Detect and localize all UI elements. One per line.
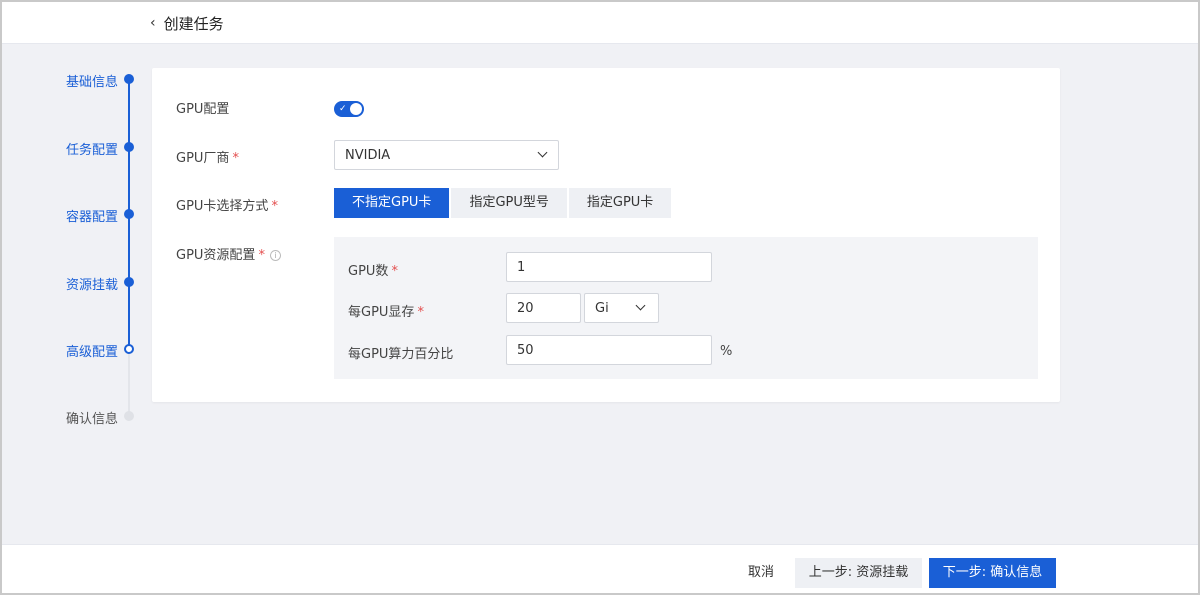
page-title: 创建任务 xyxy=(163,14,224,33)
gpu-vendor-label-text: GPU厂商 xyxy=(176,151,230,166)
required-mark: * xyxy=(258,248,265,263)
step-label: 资源挂载 xyxy=(65,278,118,293)
gpu-resource-label: GPU资源配置 * i xyxy=(176,244,281,263)
gpu-config-label: GPU配置 xyxy=(176,98,229,117)
required-mark: * xyxy=(417,305,424,320)
gpu-vendor-label: GPU厂商 * xyxy=(176,147,239,166)
gpu-mode-option-model[interactable]: 指定GPU型号 xyxy=(451,188,567,218)
gpu-compute-unit: % xyxy=(720,344,733,359)
gpu-vendor-value: NVIDIA xyxy=(345,148,391,163)
step-dot-done xyxy=(124,277,134,287)
gpu-count-label: GPU数 * xyxy=(348,260,398,279)
gpu-config-label-text: GPU配置 xyxy=(176,102,230,117)
required-mark: * xyxy=(232,151,239,166)
step-resource-mount[interactable]: 资源挂载 xyxy=(2,271,142,293)
step-task-config[interactable]: 任务配置 xyxy=(2,136,142,158)
chevron-down-icon xyxy=(635,300,646,311)
gpu-mode-label: GPU卡选择方式 * xyxy=(176,195,278,214)
gpu-memory-label: 每GPU显存 * xyxy=(348,301,424,320)
gpu-memory-unit-select[interactable]: Gi xyxy=(584,293,659,323)
step-navigator: 基础信息 任务配置 容器配置 资源挂载 高级配置 确认信息 xyxy=(2,62,142,442)
step-basic-info[interactable]: 基础信息 xyxy=(2,68,142,90)
step-label: 基础信息 xyxy=(65,75,118,90)
gpu-memory-unit-value: Gi xyxy=(595,301,609,316)
gpu-count-input[interactable]: 1 xyxy=(506,252,712,282)
gpu-compute-input[interactable]: 50 xyxy=(506,335,712,365)
check-icon: ✓ xyxy=(339,104,347,114)
gpu-compute-value: 50 xyxy=(517,343,534,358)
step-dot-done xyxy=(124,74,134,84)
next-step-button[interactable]: 下一步: 确认信息 xyxy=(929,558,1056,588)
gpu-compute-label-text: 每GPU算力百分比 xyxy=(348,347,454,362)
gpu-config-toggle[interactable]: ✓ xyxy=(334,101,364,117)
gpu-mode-label-text: GPU卡选择方式 xyxy=(176,199,269,214)
page-footer: 取消 上一步: 资源挂载 下一步: 确认信息 xyxy=(2,544,1198,593)
chevron-down-icon xyxy=(537,147,548,158)
step-dot-todo xyxy=(124,411,134,421)
app-frame: ‹ 创建任务 基础信息 任务配置 容器配置 资源挂载 高级配置 确认信息 GPU… xyxy=(0,0,1200,595)
gpu-mode-option-card[interactable]: 指定GPU卡 xyxy=(568,188,672,218)
info-icon[interactable]: i xyxy=(269,250,281,261)
back-button[interactable]: ‹ 创建任务 xyxy=(150,12,224,34)
required-mark: * xyxy=(271,199,278,214)
gpu-count-value: 1 xyxy=(517,260,526,275)
gpu-mode-segmented: 不指定GPU卡 指定GPU型号 指定GPU卡 xyxy=(334,188,672,218)
gpu-resource-label-text: GPU资源配置 xyxy=(176,248,256,263)
step-label: 确认信息 xyxy=(65,412,118,427)
gpu-count-label-text: GPU数 xyxy=(348,264,389,279)
step-dot-done xyxy=(124,142,134,152)
gpu-vendor-select[interactable]: NVIDIA xyxy=(334,140,559,170)
page-header: ‹ 创建任务 xyxy=(2,2,1198,44)
chevron-left-icon: ‹ xyxy=(150,15,156,31)
cancel-button[interactable]: 取消 xyxy=(737,558,785,588)
gpu-memory-input[interactable]: 20 xyxy=(506,293,581,323)
gpu-compute-label: 每GPU算力百分比 xyxy=(348,343,453,362)
step-label: 任务配置 xyxy=(65,143,118,158)
step-label: 容器配置 xyxy=(65,210,118,225)
step-label: 高级配置 xyxy=(65,345,118,360)
gpu-memory-label-text: 每GPU显存 xyxy=(348,305,415,320)
gpu-config-card: GPU配置 ✓ GPU厂商 * NVIDIA GPU卡选择方式 * 不指定GPU卡 … xyxy=(152,68,1060,402)
step-confirm-info[interactable]: 确认信息 xyxy=(2,405,142,427)
gpu-mode-option-unspecified[interactable]: 不指定GPU卡 xyxy=(334,188,450,218)
step-advanced-config[interactable]: 高级配置 xyxy=(2,338,142,360)
gpu-resource-panel: GPU数 * 1 每GPU显存 * 20 Gi 每GPU算力百分比 50 % xyxy=(334,237,1038,379)
step-dot-done xyxy=(124,209,134,219)
step-dot-current xyxy=(124,344,134,354)
gpu-memory-value: 20 xyxy=(517,301,534,316)
required-mark: * xyxy=(391,264,398,279)
step-container-config[interactable]: 容器配置 xyxy=(2,203,142,225)
toggle-knob xyxy=(350,103,362,115)
previous-step-button[interactable]: 上一步: 资源挂载 xyxy=(795,558,922,588)
